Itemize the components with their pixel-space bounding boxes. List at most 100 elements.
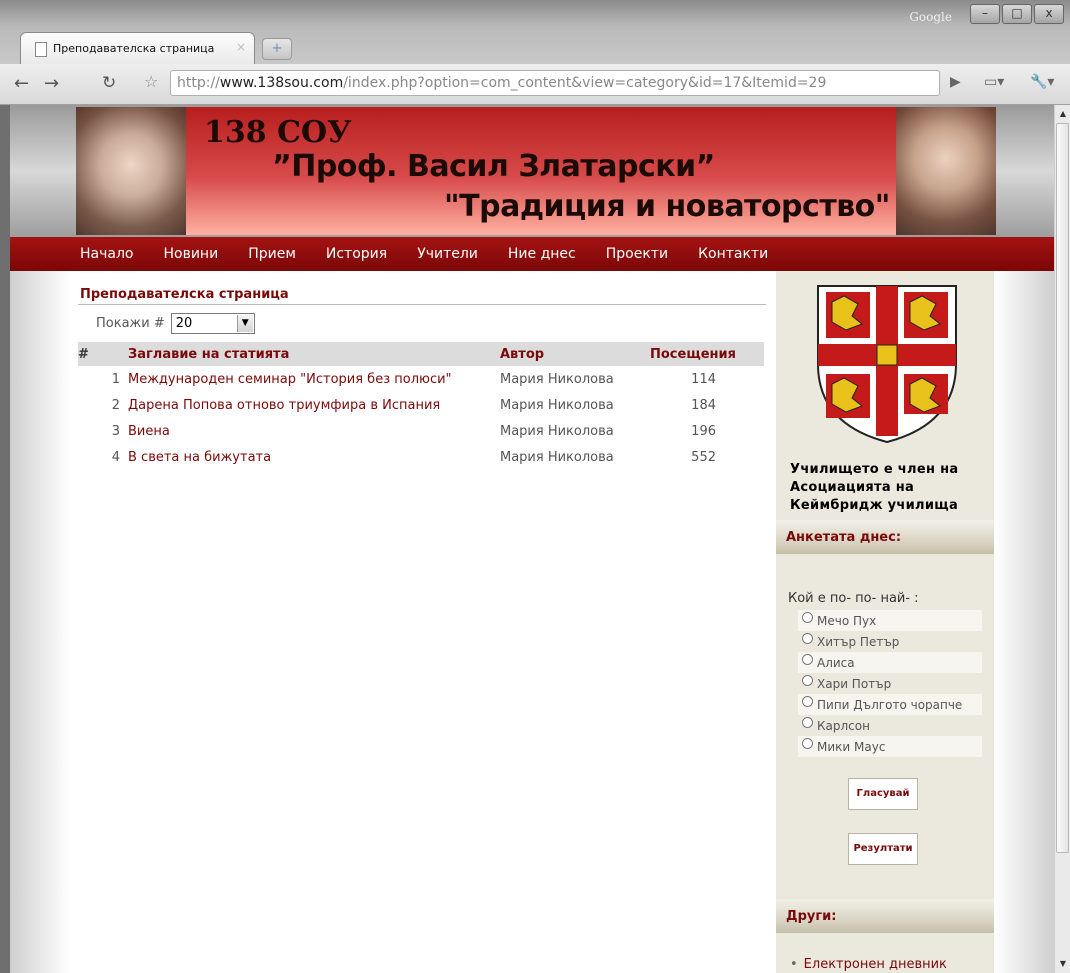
scrollbar-thumb[interactable]: [1056, 123, 1069, 853]
header-hits[interactable]: Посещения: [650, 342, 764, 366]
table-row: 3 Виена Мария Николова 196: [78, 418, 764, 444]
poll-option[interactable]: Мечо Пух: [798, 610, 982, 631]
poll-option-label: Карлсон: [817, 718, 870, 733]
radio-button[interactable]: [802, 612, 813, 623]
article-link[interactable]: Дарена Попова отново триумфира в Испания: [128, 398, 440, 413]
cambridge-membership-text: Училището е член на Асоциацията на Кеймб…: [790, 462, 959, 513]
display-limit-value: 20: [175, 316, 193, 331]
radio-button[interactable]: [802, 738, 813, 749]
menu-item-news[interactable]: Новини: [163, 246, 218, 262]
tab-close-icon[interactable]: ×: [236, 40, 246, 54]
radio-button[interactable]: [802, 717, 813, 728]
site-banner: 138 СОУ ”Проф. Васил Златарски” "Традици…: [10, 105, 1054, 237]
menu-item-admission[interactable]: Прием: [248, 246, 296, 262]
url-host: www.138sou.com: [219, 75, 344, 91]
menu-item-home[interactable]: Начало: [80, 246, 133, 262]
back-arrow-icon[interactable]: ←: [14, 73, 29, 94]
menu-item-projects[interactable]: Проекти: [606, 246, 668, 262]
vertical-scrollbar[interactable]: ▲ ▼: [1054, 105, 1070, 973]
browser-tab[interactable]: Преподавателска страница ×: [20, 32, 255, 64]
main-menu: Начало Новини Прием История Учители Ние …: [10, 237, 1054, 271]
reload-icon[interactable]: ↻: [102, 73, 116, 93]
row-num: 1: [111, 371, 120, 387]
radio-button[interactable]: [802, 633, 813, 644]
url-prefix: http://: [177, 75, 220, 91]
header-author[interactable]: Автор: [500, 342, 650, 366]
poll-option-label: Пипи Дългото чорапче: [817, 697, 963, 712]
others-title: Други:: [786, 909, 837, 924]
row-num: 3: [111, 423, 120, 439]
radio-button[interactable]: [802, 696, 813, 707]
menu-item-history[interactable]: История: [326, 246, 387, 262]
play-icon[interactable]: ▶: [950, 74, 961, 90]
new-tab-button[interactable]: +: [262, 38, 292, 60]
poll-option[interactable]: Хитър Петър: [798, 631, 982, 652]
row-author: Мария Николова: [500, 449, 614, 465]
menu-item-contacts[interactable]: Контакти: [698, 246, 768, 262]
header-num: #: [78, 342, 124, 366]
row-hits: 184: [691, 397, 716, 413]
window-titlebar: Google – □ x Преподавателска страница × …: [0, 0, 1070, 64]
poll-option[interactable]: Пипи Дългото чорапче: [798, 694, 982, 715]
scholar-portrait: [896, 107, 996, 235]
vote-button[interactable]: Гласувай: [848, 778, 918, 810]
row-hits: 196: [691, 423, 716, 439]
poll-module-header: Анкетата днес:: [776, 520, 994, 554]
star-icon[interactable]: ☆: [144, 72, 158, 91]
dropdown-arrow-icon[interactable]: ▼: [236, 315, 253, 332]
radio-button[interactable]: [802, 654, 813, 665]
address-bar[interactable]: http://www.138sou.com/index.php?option=c…: [170, 70, 940, 96]
poll-option[interactable]: Хари Потър: [798, 673, 982, 694]
menu-item-today[interactable]: Ние днес: [508, 246, 576, 262]
url-path: /index.php?option=com_content&view=categ…: [343, 75, 827, 91]
row-num: 2: [111, 397, 120, 413]
page-menu-icon[interactable]: ▭▾: [984, 74, 1004, 90]
maximize-button[interactable]: □: [1002, 4, 1032, 24]
browser-toolbar: ← → ↻ ☆ http://www.138sou.com/index.php?…: [0, 64, 1070, 105]
category-title: Преподавателска страница: [78, 283, 766, 305]
wrench-icon[interactable]: 🔧▾: [1030, 74, 1054, 90]
page-viewport: 138 СОУ ”Проф. Васил Златарски” "Традици…: [10, 105, 1054, 973]
poll-question: Кой е по- по- най- :: [788, 591, 919, 606]
page-icon: [35, 42, 47, 57]
others-list: • Електронен дневник: [790, 957, 947, 972]
forward-arrow-icon[interactable]: →: [44, 73, 59, 94]
banner-image: 138 СОУ ”Проф. Васил Златарски” "Традици…: [76, 107, 996, 235]
poll-option[interactable]: Мики Маус: [798, 736, 982, 757]
list-item[interactable]: • Електронен дневник: [790, 957, 947, 972]
poll-option[interactable]: Алиса: [798, 652, 982, 673]
right-sidebar: Училището е член на Асоциацията на Кеймб…: [776, 271, 994, 973]
menu-items: Начало Новини Прием История Учители Ние …: [80, 246, 798, 262]
minimize-button[interactable]: –: [970, 4, 1000, 24]
article-link[interactable]: Международен семинар "История без полюси…: [128, 372, 452, 387]
cambridge-crest-icon[interactable]: [816, 284, 958, 444]
others-module-header: Други:: [776, 899, 994, 933]
article-link[interactable]: В света на бижутата: [128, 450, 271, 465]
google-brand: Google: [909, 10, 952, 24]
cosmonaut-portrait: [76, 107, 186, 235]
table-header-row: # Заглавие на статията Автор Посещения: [78, 342, 764, 366]
display-limit-row: Покажи # 20 ▼: [96, 313, 766, 334]
article-link[interactable]: Виена: [128, 424, 170, 439]
scroll-down-icon[interactable]: ▼: [1056, 957, 1070, 971]
display-label: Покажи #: [96, 316, 165, 331]
scroll-up-icon[interactable]: ▲: [1056, 107, 1070, 121]
poll-title: Анкетата днес:: [786, 530, 902, 545]
tab-title: Преподавателска страница: [53, 42, 215, 55]
poll-option[interactable]: Карлсон: [798, 715, 982, 736]
e-gradebook-link[interactable]: Електронен дневник: [804, 957, 947, 972]
window-controls: – □ x: [970, 4, 1064, 24]
results-button[interactable]: Резултати: [848, 833, 918, 865]
banner-school-name: 138 СОУ: [204, 115, 352, 150]
poll-option-label: Мики Маус: [817, 739, 886, 754]
radio-button[interactable]: [802, 675, 813, 686]
display-limit-select[interactable]: 20 ▼: [170, 313, 255, 334]
close-window-button[interactable]: x: [1034, 4, 1064, 24]
table-row: 4 В света на бижутата Мария Николова 552: [78, 444, 764, 470]
poll-option-label: Хари Потър: [817, 676, 892, 691]
header-title[interactable]: Заглавие на статията: [124, 342, 500, 366]
row-author: Мария Николова: [500, 371, 614, 387]
row-num: 4: [111, 449, 120, 465]
menu-item-teachers[interactable]: Учители: [417, 246, 478, 262]
row-hits: 552: [691, 449, 716, 465]
